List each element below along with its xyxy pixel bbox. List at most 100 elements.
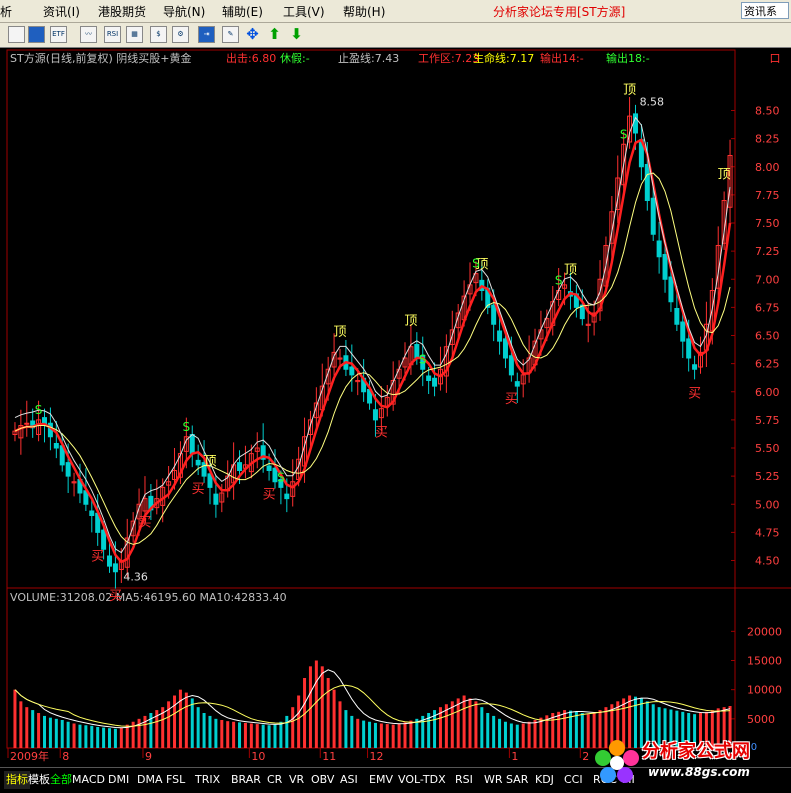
month-label-5: 12: [370, 750, 384, 763]
volume-bar: [119, 727, 123, 748]
indicator-tab-obv[interactable]: OBV: [309, 771, 336, 789]
up-arrow-icon[interactable]: ⬆: [266, 26, 283, 43]
volume-bar: [350, 715, 354, 748]
buy-marker: 买: [91, 549, 104, 564]
volume-bar: [503, 721, 507, 748]
chart-title: ST方源(日线,前复权) 阴线买股+黄金: [10, 51, 192, 65]
menu-item-1[interactable]: 资讯(I): [43, 3, 80, 20]
rsi-icon[interactable]: RSI: [104, 26, 121, 43]
volume-bar: [362, 720, 366, 748]
top-marker: 顶: [203, 454, 216, 469]
pencil-icon[interactable]: ✎: [222, 26, 239, 43]
volume-bar: [456, 698, 460, 748]
candle-body: [502, 338, 508, 359]
candle-body: [24, 422, 30, 425]
indicator-tab-rsi[interactable]: RSI: [453, 771, 475, 789]
volume-bar: [297, 695, 301, 748]
volume-bar: [255, 724, 259, 748]
volume-bar: [385, 724, 389, 748]
indicator-tab-dmi[interactable]: DMI: [106, 771, 131, 789]
indicator-tab-sar[interactable]: SAR: [504, 771, 530, 789]
info-button[interactable]: 资讯系: [741, 2, 789, 19]
volume-bar: [403, 722, 407, 748]
forum-label: 分析家论坛专用[ST方源]: [493, 5, 626, 19]
month-label-0: 2009年: [10, 749, 49, 763]
indicator-tab-vr[interactable]: VR: [287, 771, 306, 789]
volume-bar: [66, 721, 70, 748]
volume-bar: [60, 720, 64, 748]
indicator-tab-cci[interactable]: CCI: [562, 771, 585, 789]
volume-bar: [409, 720, 413, 748]
volume-bar: [462, 695, 466, 748]
menu-item-4[interactable]: 辅助(E): [222, 3, 263, 20]
price-tick-label-12: 7.50: [755, 217, 780, 230]
low-price-label: 4.36: [123, 570, 148, 583]
volume-bar: [232, 721, 236, 748]
menu-item-5[interactable]: 工具(V): [283, 3, 325, 20]
wave-icon[interactable]: 〰: [80, 26, 97, 43]
volume-bar: [533, 720, 537, 748]
menu-item-6[interactable]: 帮助(H): [343, 3, 385, 20]
indicator-tab-cr[interactable]: CR: [265, 771, 284, 789]
menu-item-3[interactable]: 导航(N): [163, 3, 205, 20]
sell-marker: S: [35, 403, 43, 417]
flower-logo-icon: [595, 740, 639, 783]
candle-body: [692, 364, 698, 370]
volume-bar: [13, 689, 17, 748]
chart-area[interactable]: ST方源(日线,前复权) 阴线买股+黄金 出击:6.80 休假:- 止盈线:7.43 工…: [0, 48, 791, 766]
move-icon[interactable]: ✥: [244, 26, 261, 43]
indicator-tab-macd[interactable]: MACD: [70, 771, 107, 789]
window-icon[interactable]: [8, 26, 25, 43]
candle-body: [372, 409, 378, 421]
volume-bar: [332, 689, 336, 748]
volume-bar: [249, 723, 253, 748]
indicator-tab-fsl[interactable]: FSL: [164, 771, 187, 789]
buy-marker: 买: [263, 488, 276, 503]
volume-bar: [43, 715, 47, 748]
dollar-icon[interactable]: $: [150, 26, 167, 43]
volume-bar: [54, 718, 58, 748]
indicator-tab-dma[interactable]: DMA: [135, 771, 165, 789]
indicator-tab-emv[interactable]: EMV: [367, 771, 395, 789]
price-tick-label-8: 6.50: [755, 330, 780, 343]
volume-bar: [356, 718, 360, 748]
indicator-tab-kdj[interactable]: KDJ: [533, 771, 556, 789]
indicator-tab-vol-tdx[interactable]: VOL-TDX: [396, 771, 448, 789]
volume-bar: [125, 724, 129, 748]
top-marker: 顶: [404, 314, 417, 329]
volume-bar: [208, 715, 212, 748]
down-arrow-icon[interactable]: ⬇: [288, 26, 305, 43]
month-label-3: 10: [251, 750, 265, 763]
kline-chart[interactable]: ST方源(日线,前复权) 阴线买股+黄金 出击:6.80 休假:- 止盈线:7.43 工…: [0, 48, 791, 766]
menu-item-2[interactable]: 港股期货: [98, 3, 146, 20]
volume-bar: [238, 722, 242, 748]
menu-item-0[interactable]: 析: [0, 3, 12, 20]
tools-icon[interactable]: ⚙: [172, 26, 189, 43]
month-label-1: 8: [62, 750, 69, 763]
grid-icon[interactable]: ▦: [126, 26, 143, 43]
volume-bar: [78, 724, 82, 748]
volume-bar: [373, 722, 377, 748]
volume-bar: [474, 701, 478, 748]
indicator-tab-brar[interactable]: BRAR: [229, 771, 263, 789]
volume-bar: [173, 695, 177, 748]
volume-bar: [90, 725, 94, 748]
candle-body: [432, 377, 438, 387]
volume-bar: [285, 715, 289, 748]
candle-body: [632, 113, 638, 134]
site-logo: 分析家公式网 www.88gs.com: [590, 735, 790, 792]
magnify-icon[interactable]: [28, 26, 45, 43]
volume-bar: [379, 723, 383, 748]
indicator-tab-asi[interactable]: ASI: [338, 771, 360, 789]
exit-icon[interactable]: ⇥: [198, 26, 215, 43]
candle-body: [266, 465, 272, 471]
candle-body: [656, 240, 662, 258]
volume-bar: [486, 713, 490, 748]
indicator-label-6: 输出18:-: [606, 51, 650, 65]
volume-bar: [391, 724, 395, 748]
volume-bar: [273, 724, 277, 748]
month-label-4: 11: [322, 750, 336, 763]
etf-icon[interactable]: ETF: [50, 26, 67, 43]
indicator-tab-trix[interactable]: TRIX: [193, 771, 222, 789]
indicator-tab-wr[interactable]: WR: [482, 771, 505, 789]
